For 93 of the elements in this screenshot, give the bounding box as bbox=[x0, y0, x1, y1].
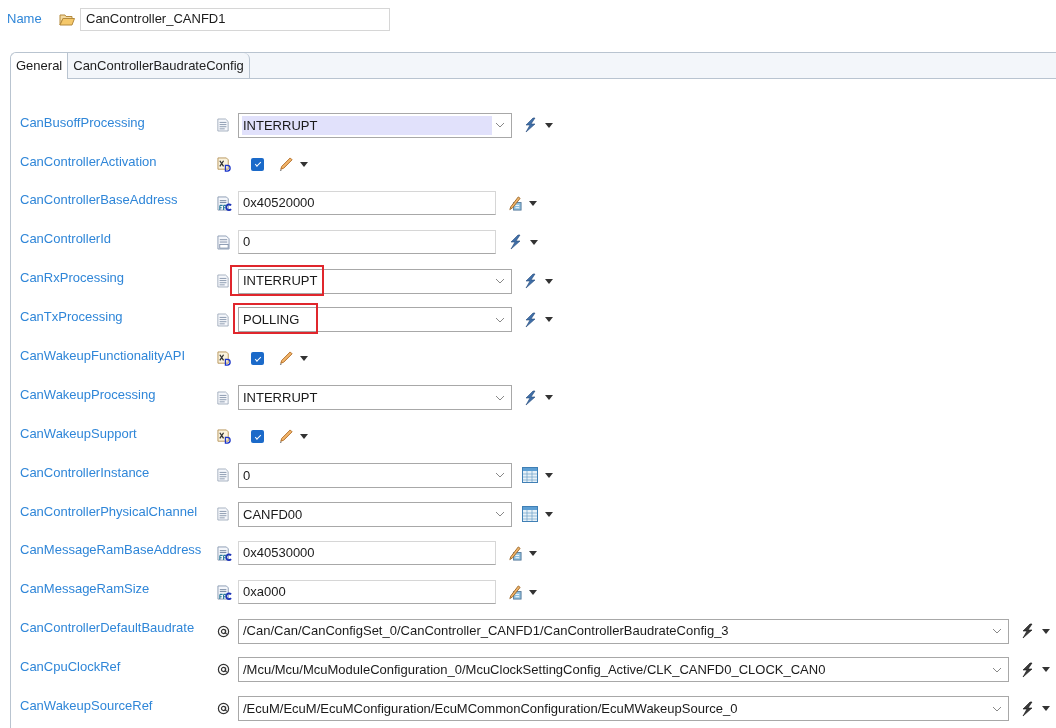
hex-document-icon bbox=[217, 195, 232, 211]
variable-document-icon bbox=[217, 351, 232, 367]
at-sign-icon bbox=[217, 624, 230, 638]
pencil-calculator-icon[interactable] bbox=[507, 545, 522, 561]
caret-icon[interactable] bbox=[300, 161, 308, 167]
pencil-calculator-icon[interactable] bbox=[507, 584, 522, 600]
table-icon[interactable] bbox=[522, 506, 538, 523]
chevron-down-icon[interactable] bbox=[495, 278, 505, 284]
number-document-icon bbox=[217, 234, 230, 250]
lightning-icon[interactable] bbox=[1019, 700, 1035, 717]
text-field[interactable]: 0x40530000 bbox=[238, 541, 496, 566]
document-icon bbox=[217, 312, 229, 327]
parameter-label: CanControllerDefaultBaudrate bbox=[20, 619, 196, 638]
caret-icon[interactable] bbox=[1042, 706, 1050, 712]
dropdown[interactable]: 0 bbox=[238, 462, 512, 488]
at-sign-icon bbox=[217, 702, 230, 716]
chevron-down-icon[interactable] bbox=[495, 316, 505, 323]
pencil-calculator-icon[interactable] bbox=[507, 195, 522, 211]
lightning-icon[interactable] bbox=[522, 311, 538, 328]
text-field[interactable]: 0x40520000 bbox=[238, 191, 496, 216]
document-icon bbox=[217, 390, 229, 405]
caret-icon[interactable] bbox=[545, 395, 553, 401]
lightning-icon[interactable] bbox=[522, 389, 538, 406]
document-icon bbox=[217, 507, 229, 522]
lightning-icon[interactable] bbox=[522, 273, 538, 289]
dropdown[interactable]: CANFD00 bbox=[238, 501, 512, 527]
lightning-icon[interactable] bbox=[522, 117, 538, 134]
chevron-down-icon[interactable] bbox=[495, 394, 505, 401]
dropdown[interactable]: /Can/Can/CanConfigSet_0/CanController_CANFD1/CanControllerBaudrateConfig_3 bbox=[238, 618, 1009, 644]
chevron-down-icon[interactable] bbox=[992, 666, 1002, 673]
hex-document-icon bbox=[217, 584, 232, 600]
parameter-label: CanMessageRamBaseAddress bbox=[20, 541, 203, 560]
dropdown[interactable]: /Mcu/Mcu/McuModuleConfiguration_0/McuClockSettingConfig_Active/CLK_CANFD0_CLOCK_CAN0 bbox=[238, 657, 1009, 683]
document-icon bbox=[217, 468, 229, 483]
parameter-label: CanControllerActivation bbox=[20, 152, 158, 171]
at-sign-icon bbox=[217, 663, 230, 677]
folder-icon bbox=[59, 12, 75, 26]
caret-icon[interactable] bbox=[545, 472, 553, 478]
parameter-label: CanControllerInstance bbox=[20, 463, 151, 482]
hex-document-icon bbox=[217, 545, 232, 561]
lightning-icon[interactable] bbox=[1019, 623, 1035, 639]
chevron-down-icon[interactable] bbox=[495, 122, 505, 129]
parameter-label: CanCpuClockRef bbox=[20, 658, 122, 677]
table-icon[interactable] bbox=[522, 467, 538, 484]
pencil-icon[interactable] bbox=[278, 156, 293, 172]
caret-icon[interactable] bbox=[300, 356, 308, 362]
parameter-label: CanControllerPhysicalChannel bbox=[20, 502, 199, 521]
lightning-icon[interactable] bbox=[1019, 661, 1035, 678]
parameter-label: CanWakeupSourceRef bbox=[20, 697, 154, 716]
caret-icon[interactable] bbox=[300, 434, 308, 440]
pencil-icon[interactable] bbox=[278, 429, 293, 445]
caret-icon[interactable] bbox=[545, 511, 553, 517]
caret-icon[interactable] bbox=[545, 278, 553, 284]
parameter-label: CanBusoffProcessing bbox=[20, 113, 146, 132]
document-icon bbox=[217, 118, 229, 133]
text-field[interactable]: 0xa000 bbox=[238, 580, 496, 605]
parameter-label: CanWakeupProcessing bbox=[20, 385, 157, 404]
caret-icon[interactable] bbox=[529, 550, 537, 556]
dropdown[interactable]: INTERRUPT bbox=[238, 268, 512, 294]
name-label: Name bbox=[7, 10, 43, 29]
text-field[interactable]: 0 bbox=[238, 230, 496, 255]
dropdown[interactable]: INTERRUPT bbox=[238, 385, 512, 411]
checkbox[interactable] bbox=[251, 352, 264, 366]
chevron-down-icon[interactable] bbox=[495, 472, 505, 479]
name-field[interactable]: CanController_CANFD1 bbox=[80, 7, 390, 31]
parameter-label: CanMessageRamSize bbox=[20, 580, 151, 599]
parameter-label: CanControllerId bbox=[20, 230, 113, 249]
chevron-down-icon[interactable] bbox=[495, 511, 505, 518]
dropdown[interactable]: POLLING bbox=[238, 307, 512, 333]
caret-icon[interactable] bbox=[530, 239, 538, 245]
parameter-label: CanTxProcessing bbox=[20, 308, 124, 327]
caret-icon[interactable] bbox=[545, 317, 553, 323]
chevron-down-icon[interactable] bbox=[992, 705, 1002, 712]
tab[interactable]: General bbox=[11, 53, 69, 79]
caret-icon[interactable] bbox=[529, 200, 537, 206]
chevron-down-icon[interactable] bbox=[992, 628, 1002, 634]
caret-icon[interactable] bbox=[1042, 667, 1050, 673]
lightning-icon[interactable] bbox=[507, 234, 523, 251]
parameter-label: CanRxProcessing bbox=[20, 269, 126, 288]
dropdown[interactable]: /EcuM/EcuM/EcuMConfiguration/EcuMCommonConfiguration/EcuMWakeupSource_0 bbox=[238, 696, 1009, 722]
caret-icon[interactable] bbox=[529, 589, 537, 595]
checkbox[interactable] bbox=[251, 157, 264, 171]
variable-document-icon bbox=[217, 156, 232, 172]
pencil-icon[interactable] bbox=[278, 351, 293, 367]
parameter-label: CanWakeupFunctionalityAPI bbox=[20, 347, 186, 366]
caret-icon[interactable] bbox=[1042, 628, 1050, 634]
caret-icon[interactable] bbox=[545, 122, 553, 128]
checkbox[interactable] bbox=[251, 430, 264, 444]
parameter-label: CanWakeupSupport bbox=[20, 424, 138, 443]
parameter-label: CanControllerBaseAddress bbox=[20, 191, 179, 210]
variable-document-icon bbox=[217, 429, 232, 445]
dropdown[interactable]: INTERRUPT bbox=[238, 112, 512, 138]
document-icon bbox=[217, 274, 229, 288]
